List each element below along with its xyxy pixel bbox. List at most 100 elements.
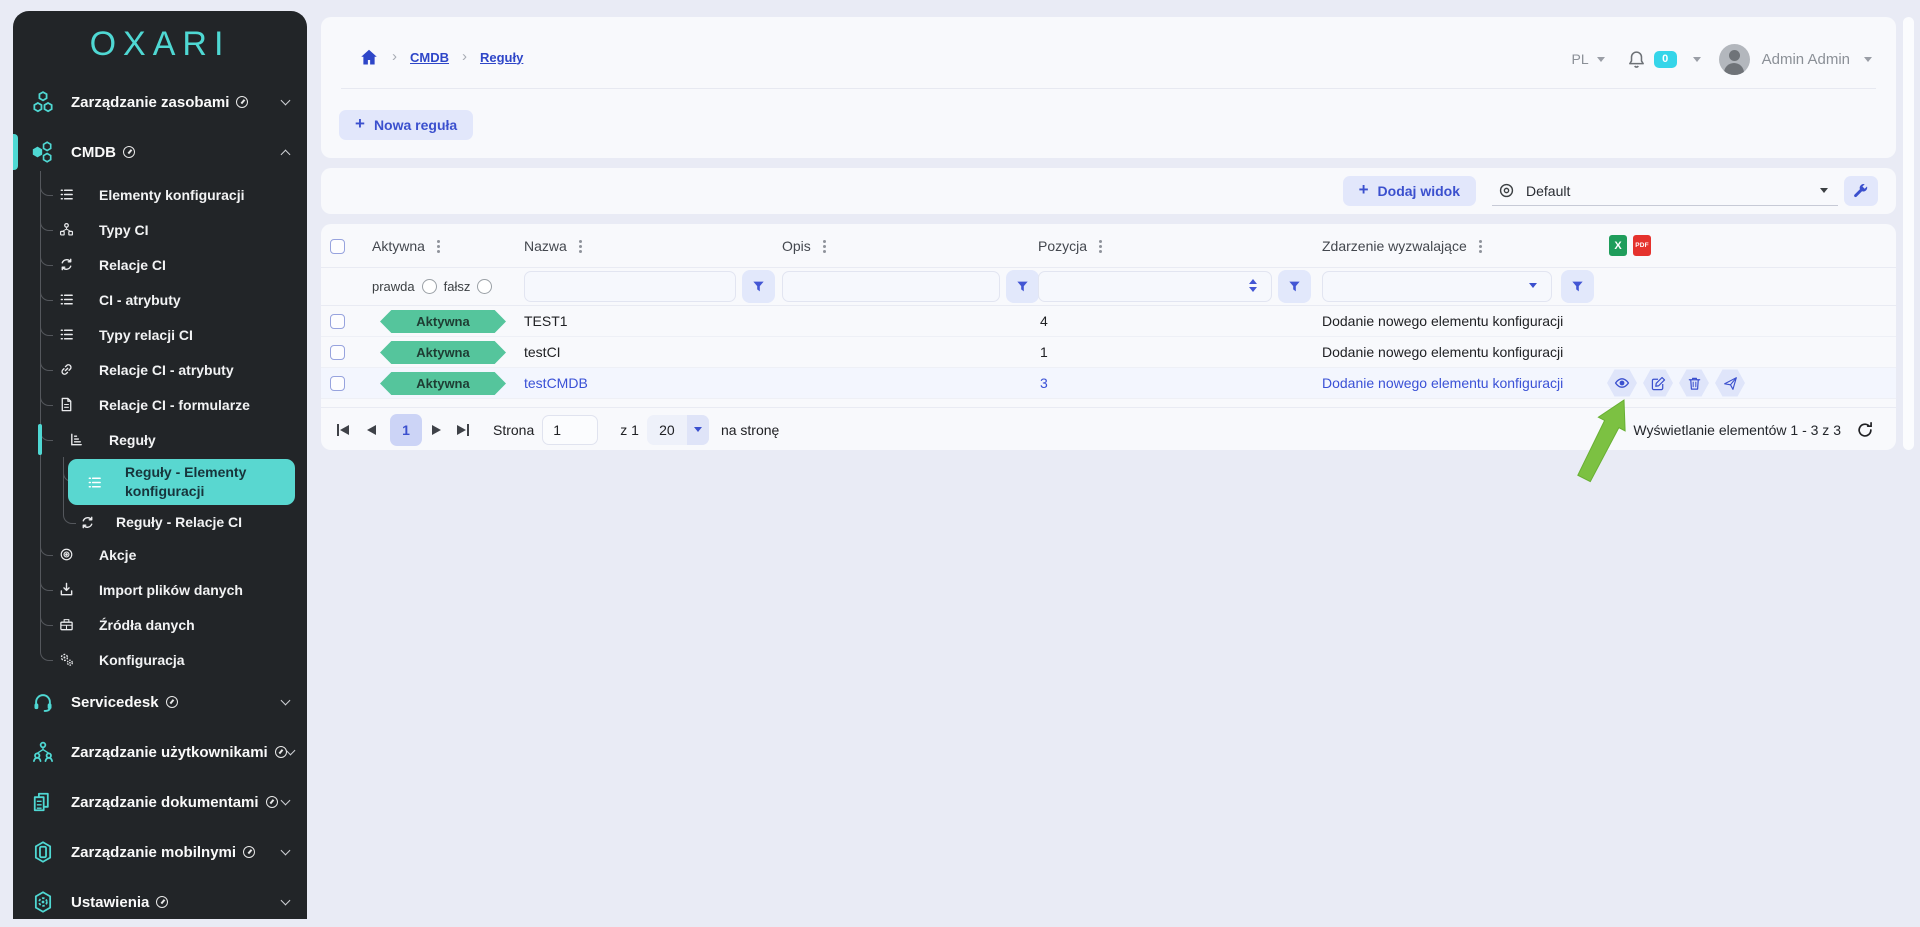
add-view-button[interactable]: + Dodaj widok bbox=[1343, 176, 1476, 206]
sidebar-item-zarzadzanie-mobilnymi[interactable]: Zarządzanie mobilnymi bbox=[13, 827, 307, 877]
settings-hexagon-icon bbox=[30, 890, 56, 914]
cell-pozycja: 3 bbox=[1040, 375, 1048, 391]
filter-input-opis[interactable] bbox=[782, 271, 1000, 302]
sidebar-item-zrodla-danych[interactable]: Źródła danych bbox=[13, 607, 307, 642]
sidebar-item-servicedesk[interactable]: Servicedesk bbox=[13, 677, 307, 727]
triangle-left-icon bbox=[340, 425, 349, 435]
home-icon[interactable] bbox=[359, 47, 379, 67]
filter-button-zdarzenie[interactable] bbox=[1561, 270, 1594, 303]
chevron-down-icon bbox=[1597, 57, 1605, 62]
sidebar-item-ustawienia[interactable]: Ustawienia bbox=[13, 877, 307, 927]
column-label: Aktywna bbox=[372, 238, 425, 254]
next-page-button[interactable] bbox=[432, 425, 441, 435]
table-row-selected[interactable]: Aktywna testCMDB 3 Dodanie nowego elemen… bbox=[321, 368, 1896, 399]
sidebar-item-zarzadzanie-uzytkownikami[interactable]: Zarządzanie użytkownikami bbox=[13, 727, 307, 777]
documents-icon bbox=[30, 790, 56, 814]
export-excel-icon[interactable]: X bbox=[1609, 235, 1627, 256]
column-header-zdarzenie[interactable]: Zdarzenie wyzwalające bbox=[1322, 238, 1482, 254]
sidebar-item-typy-ci[interactable]: Typy CI bbox=[13, 212, 307, 247]
new-rule-button[interactable]: + Nowa reguła bbox=[339, 110, 473, 140]
stepper-down-icon[interactable] bbox=[1249, 287, 1257, 292]
page-number-input[interactable] bbox=[542, 415, 598, 445]
column-header-pozycja[interactable]: Pozycja bbox=[1038, 238, 1102, 254]
per-page-suffix: na stronę bbox=[721, 422, 779, 438]
edit-row-button[interactable] bbox=[1643, 369, 1673, 397]
stepper-up-icon[interactable] bbox=[1249, 279, 1257, 284]
sidebar-item-reguly-elementy-konfiguracji-selected[interactable]: Reguły - Elementy konfiguracji bbox=[68, 459, 295, 505]
sidebar-item-typy-relacji-ci[interactable]: Typy relacji CI bbox=[13, 317, 307, 352]
table-row[interactable]: Aktywna TEST1 4 Dodanie nowego elementu … bbox=[321, 306, 1896, 337]
delete-row-button[interactable] bbox=[1679, 369, 1709, 397]
sidebar-item-relacje-ci[interactable]: Relacje CI bbox=[13, 247, 307, 282]
scrollbar-track[interactable] bbox=[1903, 17, 1914, 450]
status-filter-false-radio[interactable] bbox=[477, 279, 492, 294]
view-select[interactable]: Default bbox=[1492, 176, 1838, 206]
sidebar-item-elementy-konfiguracji[interactable]: Elementy konfiguracji bbox=[13, 177, 307, 212]
per-page-select[interactable]: 20 bbox=[647, 415, 709, 445]
sidebar-nav: Zarządzanie zasobami CMDB Elementy konfi… bbox=[13, 77, 307, 927]
cell-nazwa: TEST1 bbox=[524, 313, 568, 329]
column-header-nazwa[interactable]: Nazwa bbox=[524, 238, 582, 254]
row-checkbox[interactable] bbox=[330, 314, 345, 329]
select-all-checkbox[interactable] bbox=[330, 239, 345, 254]
column-menu-icon[interactable] bbox=[1099, 245, 1102, 248]
sidebar-item-akcje[interactable]: Akcje bbox=[13, 537, 307, 572]
column-menu-icon[interactable] bbox=[823, 245, 826, 248]
refresh-icon[interactable] bbox=[1856, 421, 1874, 439]
filter-button-opis[interactable] bbox=[1006, 270, 1039, 303]
sidebar-item-relacje-ci-atrybuty[interactable]: Relacje CI - atrybuty bbox=[13, 352, 307, 387]
sidebar-item-cmdb[interactable]: CMDB bbox=[13, 127, 307, 177]
first-page-button[interactable] bbox=[337, 424, 349, 436]
filter-select-zdarzenie[interactable] bbox=[1322, 271, 1552, 302]
breadcrumb-link-reguly[interactable]: Reguły bbox=[480, 50, 523, 65]
sidebar-item-zarzadzanie-zasobami[interactable]: Zarządzanie zasobami bbox=[13, 77, 307, 127]
export-pdf-icon[interactable]: PDF bbox=[1633, 235, 1651, 256]
view-row-button[interactable] bbox=[1607, 369, 1637, 397]
sidebar-item-label: Typy CI bbox=[99, 222, 149, 238]
headset-icon bbox=[30, 690, 56, 714]
sidebar-item-label: Ustawienia bbox=[71, 894, 149, 911]
filter-input-nazwa[interactable] bbox=[524, 271, 736, 302]
previous-page-button[interactable] bbox=[367, 425, 376, 435]
sidebar-item-konfiguracja[interactable]: Konfiguracja bbox=[13, 642, 307, 677]
row-checkbox[interactable] bbox=[330, 345, 345, 360]
users-icon bbox=[30, 740, 56, 764]
filter-button-pozycja[interactable] bbox=[1278, 270, 1311, 303]
sidebar-item-reguly-relacje-ci[interactable]: Reguły - Relacje CI bbox=[13, 507, 307, 537]
filter-input-pozycja[interactable] bbox=[1038, 271, 1272, 302]
column-menu-icon[interactable] bbox=[579, 245, 582, 248]
avatar[interactable] bbox=[1719, 44, 1750, 75]
user-name[interactable]: Admin Admin bbox=[1762, 51, 1850, 68]
table-row[interactable]: Aktywna testCI 1 Dodanie nowego elementu… bbox=[321, 337, 1896, 368]
row-checkbox[interactable] bbox=[330, 376, 345, 391]
column-menu-icon[interactable] bbox=[437, 245, 440, 248]
sidebar-item-reguly[interactable]: Reguły bbox=[13, 422, 307, 457]
column-header-aktywna[interactable]: Aktywna bbox=[372, 238, 440, 254]
sidebar-item-zarzadzanie-dokumentami[interactable]: Zarządzanie dokumentami bbox=[13, 777, 307, 827]
current-page-button[interactable]: 1 bbox=[390, 414, 422, 446]
language-selector[interactable]: PL bbox=[1572, 51, 1589, 67]
sidebar-item-label: Zarządzanie dokumentami bbox=[71, 794, 259, 811]
plus-icon: + bbox=[1359, 180, 1369, 200]
list-icon bbox=[57, 292, 75, 307]
send-row-button[interactable] bbox=[1715, 369, 1745, 397]
column-menu-icon[interactable] bbox=[1479, 245, 1482, 248]
number-stepper[interactable] bbox=[1249, 279, 1257, 292]
filter-button-nazwa[interactable] bbox=[742, 270, 775, 303]
sidebar-item-import-plikow-danych[interactable]: Import plików danych bbox=[13, 572, 307, 607]
view-settings-button[interactable] bbox=[1844, 176, 1878, 206]
chevron-down-icon bbox=[1693, 57, 1701, 62]
breadcrumb-separator: › bbox=[462, 48, 467, 65]
bell-icon[interactable] bbox=[1627, 50, 1646, 69]
last-page-button[interactable] bbox=[457, 424, 469, 436]
cmdb-submenu: Elementy konfiguracji Typy CI Relacje CI… bbox=[13, 177, 307, 677]
sidebar-item-relacje-ci-formularze[interactable]: Relacje CI - formularze bbox=[13, 387, 307, 422]
notification-badge: 0 bbox=[1654, 51, 1677, 68]
column-label: Nazwa bbox=[524, 238, 567, 254]
status-filter-true-radio[interactable] bbox=[422, 279, 437, 294]
column-header-opis[interactable]: Opis bbox=[782, 238, 826, 254]
add-view-button-label: Dodaj widok bbox=[1378, 183, 1460, 199]
chevron-down-icon bbox=[1820, 188, 1828, 193]
sidebar-item-ci-atrybuty[interactable]: CI - atrybuty bbox=[13, 282, 307, 317]
breadcrumb-link-cmdb[interactable]: CMDB bbox=[410, 50, 449, 65]
